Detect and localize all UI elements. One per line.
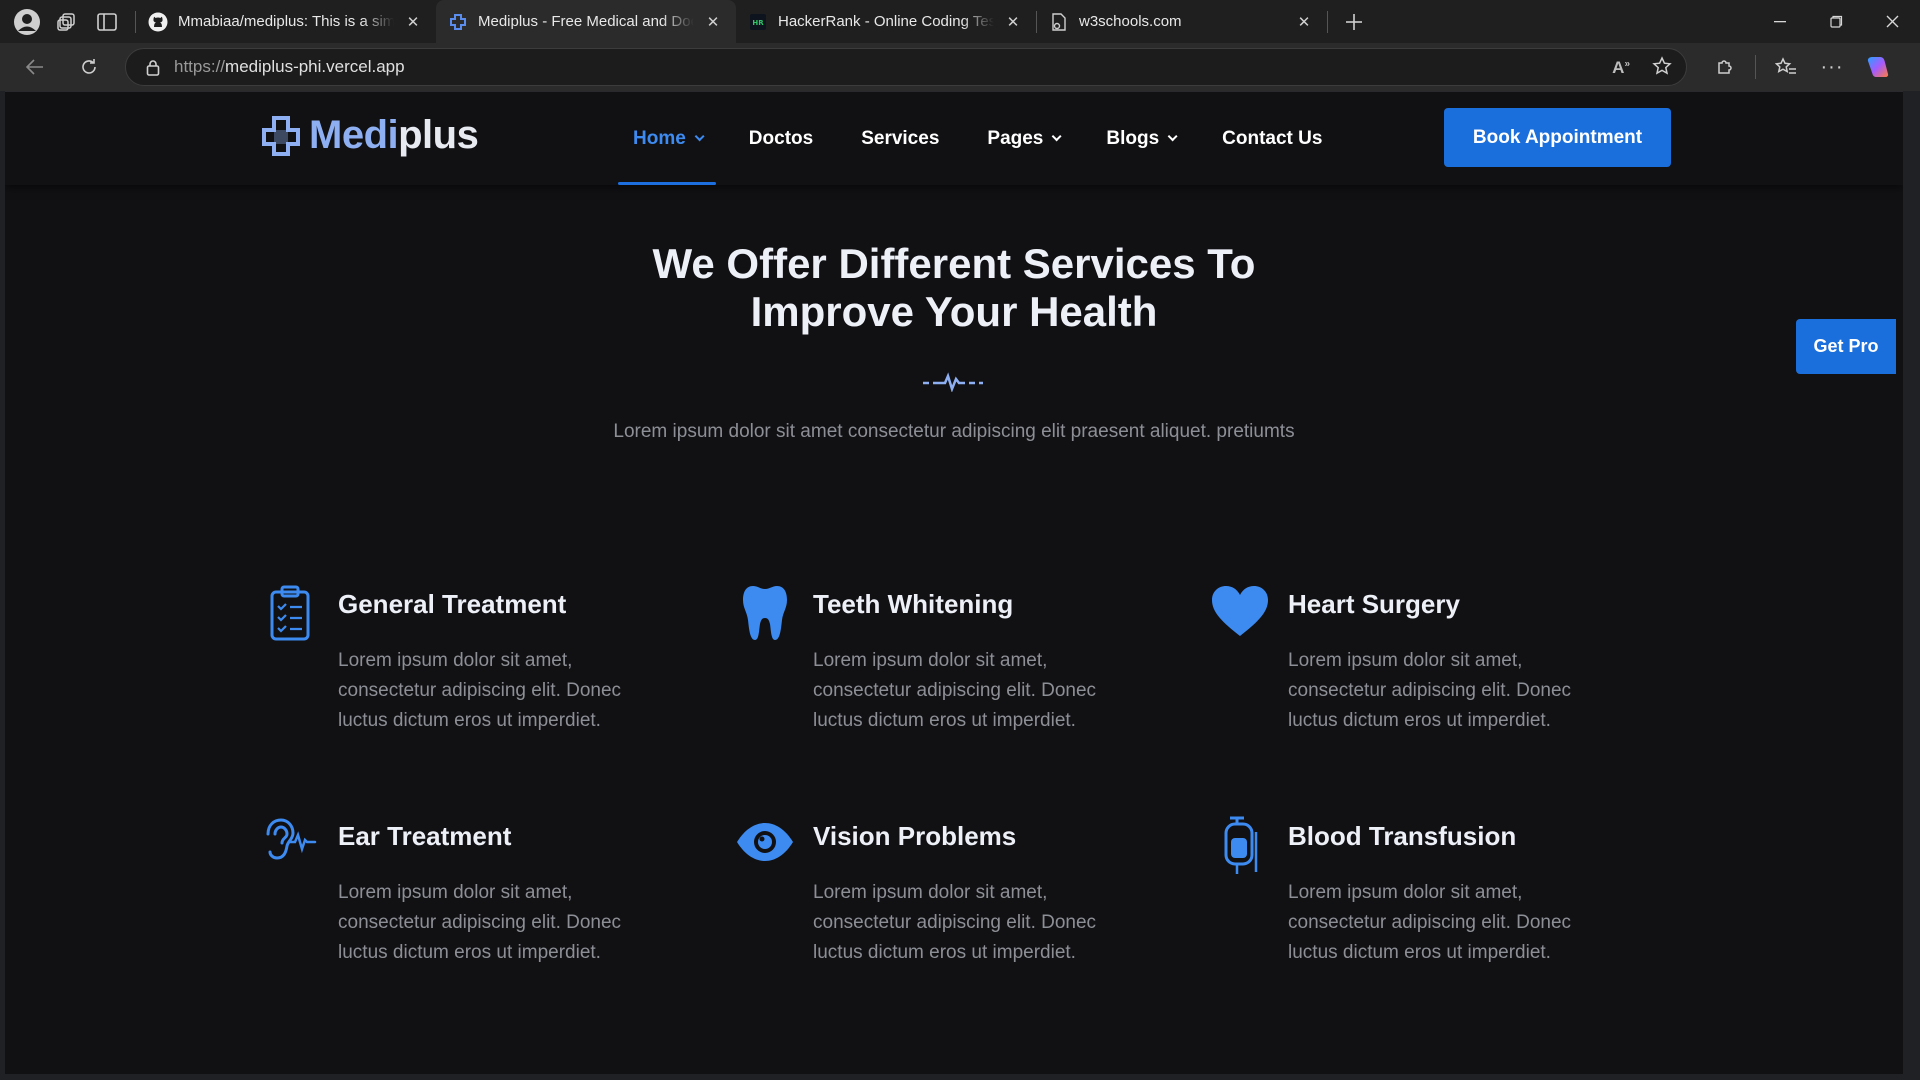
service-item[interactable]: General Treatment Lorem ipsum dolor sit … [255, 584, 695, 764]
service-title: Teeth Whitening [813, 589, 1014, 619]
tab-title: w3schools.com [1079, 13, 1182, 30]
workspaces-icon[interactable] [47, 0, 87, 43]
github-icon [148, 12, 168, 32]
extensions-icon[interactable] [1703, 45, 1747, 89]
nav-label: Home [633, 127, 686, 149]
tab-title: Mediplus - Free Medical and Doctor [478, 13, 694, 30]
service-item[interactable]: Blood Transfusion Lorem ipsum dolor sit … [1205, 816, 1645, 996]
nav-label: Pages [987, 127, 1044, 149]
new-tab-icon[interactable] [1334, 0, 1374, 43]
tab-separator [1327, 10, 1328, 33]
service-item[interactable]: Teeth Whitening Lorem ipsum dolor sit am… [730, 584, 1170, 764]
close-tab-icon[interactable]: ✕ [402, 11, 424, 33]
window-controls [1752, 0, 1920, 43]
profile-icon[interactable] [7, 0, 47, 43]
svg-text:HR: HR [752, 19, 764, 27]
minimize-icon[interactable] [1752, 0, 1808, 43]
site-logo[interactable]: Mediplus [261, 113, 479, 158]
nav-label: Doctos [748, 127, 814, 149]
url-host: mediplus-phi.vercel.app [225, 57, 405, 76]
nav-label: Services [861, 127, 940, 149]
chevron-down-icon [694, 131, 705, 142]
service-title: Ear Treatment [338, 821, 512, 851]
tab-title: Mmabiaa/mediplus: This is a simple [178, 13, 394, 30]
nav-label: Contact Us [1222, 127, 1323, 149]
more-options-icon[interactable]: ··· [1810, 45, 1854, 89]
window-bottom-edge [0, 1074, 1920, 1080]
section-subtitle: Lorem ipsum dolor sit amet consectetur a… [613, 421, 1295, 442]
refresh-icon[interactable] [65, 43, 113, 91]
close-window-icon[interactable] [1864, 0, 1920, 43]
service-title: Blood Transfusion [1288, 821, 1517, 851]
site-header: Mediplus Home Doctos Services Pages Blog… [5, 92, 1903, 185]
hackerrank-icon: HR [748, 12, 768, 32]
browser-tab-bar: Mmabiaa/mediplus: This is a simple ✕ Med… [0, 0, 1920, 43]
mediplus-icon [448, 12, 468, 32]
section-title: We Offer Different Services To Improve Y… [454, 240, 1454, 336]
close-tab-icon[interactable]: ✕ [702, 11, 724, 33]
lock-icon[interactable] [146, 59, 160, 76]
toolbar-separator [1755, 55, 1756, 79]
chevron-down-icon [1052, 131, 1062, 142]
nav-label: Blogs [1106, 127, 1160, 149]
vertical-tabs-icon[interactable] [87, 0, 127, 43]
service-description: Lorem ipsum dolor sit amet, consectetur … [1288, 650, 1572, 731]
service-title: Heart Surgery [1288, 589, 1460, 619]
back-icon[interactable] [11, 43, 59, 91]
section-title-line: Improve Your Health [750, 288, 1158, 335]
tab-mediplus[interactable]: Mediplus - Free Medical and Doctor ✕ [436, 0, 736, 43]
service-description: Lorem ipsum dolor sit amet, consectetur … [813, 650, 1097, 731]
main-nav: Home Doctos Services Pages Blogs Contact… [618, 92, 1355, 185]
page-icon [1049, 12, 1069, 32]
service-description: Lorem ipsum dolor sit amet, consectetur … [813, 882, 1097, 963]
nav-contact[interactable]: Contact Us [1207, 92, 1337, 185]
service-title: General Treatment [338, 589, 567, 619]
close-tab-icon[interactable]: ✕ [1002, 11, 1024, 33]
service-description: Lorem ipsum dolor sit amet, consectetur … [338, 650, 622, 731]
address-bar[interactable]: https://mediplus-phi.vercel.app A» [125, 48, 1687, 86]
ear-icon [255, 816, 325, 886]
page-viewport: Mediplus Home Doctos Services Pages Blog… [5, 91, 1903, 1074]
tooth-icon [730, 584, 800, 654]
tab-github[interactable]: Mmabiaa/mediplus: This is a simple ✕ [136, 0, 436, 43]
service-item[interactable]: Heart Surgery Lorem ipsum dolor sit amet… [1205, 584, 1645, 764]
close-tab-icon[interactable]: ✕ [1293, 11, 1315, 33]
favorites-icon[interactable] [1764, 45, 1808, 89]
service-title: Vision Problems [813, 821, 1017, 851]
restore-icon[interactable] [1808, 0, 1864, 43]
copilot-icon[interactable] [1856, 45, 1900, 89]
read-aloud-icon[interactable]: A» [1612, 58, 1630, 78]
browser-toolbar: https://mediplus-phi.vercel.app A» ··· [0, 43, 1920, 91]
service-description: Lorem ipsum dolor sit amet, consectetur … [338, 882, 622, 963]
section-title-line: We Offer Different Services To [652, 240, 1256, 287]
clipboard-icon [255, 584, 325, 654]
logo-text: Mediplus [309, 113, 479, 157]
blood-bag-icon [1205, 816, 1275, 886]
eye-icon [730, 816, 800, 886]
url-protocol: https:// [174, 57, 226, 76]
nav-blogs[interactable]: Blogs [1091, 92, 1189, 185]
favorite-star-icon[interactable] [1652, 55, 1672, 81]
get-pro-button[interactable]: Get Pro [1796, 319, 1896, 374]
nav-doctors[interactable]: Doctos [734, 92, 828, 185]
service-item[interactable]: Ear Treatment Lorem ipsum dolor sit amet… [255, 816, 695, 996]
logo-cross-icon [262, 115, 300, 156]
nav-services[interactable]: Services [846, 92, 954, 185]
pulse-divider-icon [923, 372, 983, 392]
tab-title: HackerRank - Online Coding Tests [778, 13, 994, 30]
book-appointment-button[interactable]: Book Appointment [1444, 108, 1671, 167]
service-item[interactable]: Vision Problems Lorem ipsum dolor sit am… [730, 816, 1170, 996]
chevron-down-icon [1167, 131, 1178, 142]
tab-hackerrank[interactable]: HR HackerRank - Online Coding Tests ✕ [736, 0, 1036, 43]
heart-icon [1205, 584, 1275, 654]
toolbar-actions: ··· [1703, 43, 1900, 91]
tab-w3schools[interactable]: w3schools.com ✕ [1037, 0, 1327, 43]
nav-home[interactable]: Home [618, 92, 716, 185]
service-description: Lorem ipsum dolor sit amet, consectetur … [1288, 882, 1572, 963]
nav-pages[interactable]: Pages [972, 92, 1073, 185]
